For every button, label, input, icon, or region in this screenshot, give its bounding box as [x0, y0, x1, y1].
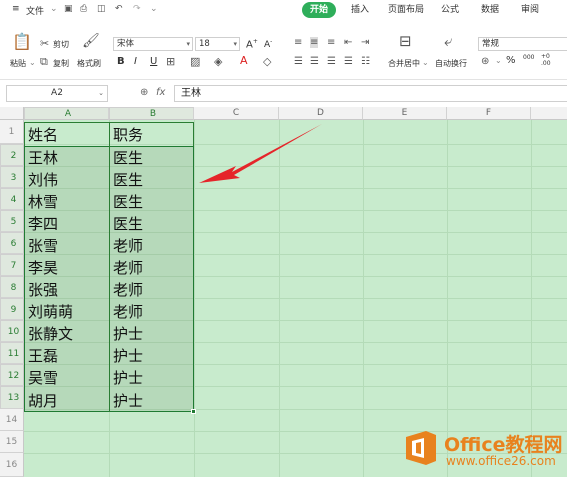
arrow-shape [199, 124, 322, 183]
watermark: Office教程网 www.office26.com [400, 426, 567, 477]
spreadsheet-window: ≡ 文件 ⌄ ▣ ⎙ ◫ ↶ ↷ ⌄ 开始 插入 页面布局 公式 数据 审阅 📋… [0, 0, 567, 477]
watermark-title: Office教程网 [444, 434, 563, 456]
watermark-url: www.office26.com [446, 454, 556, 468]
office-logo-icon [406, 431, 436, 465]
arrow-annotation [199, 124, 322, 183]
